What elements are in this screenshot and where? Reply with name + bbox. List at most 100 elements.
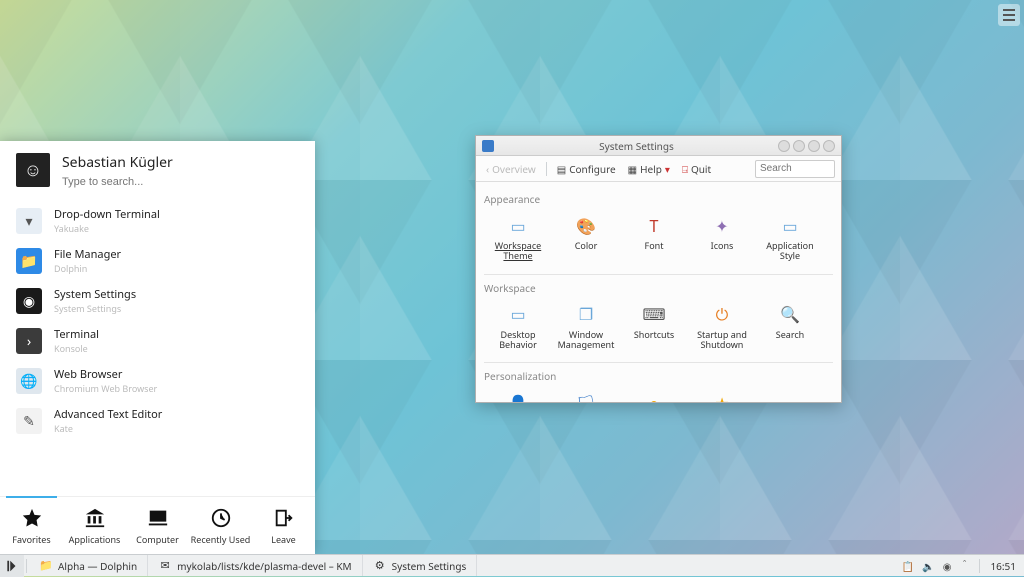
quit-icon: ⍈ — [682, 162, 688, 176]
color-icon: 🎨 — [572, 214, 600, 238]
favorite-title: File Manager — [54, 247, 121, 262]
favorite-title: System Settings — [54, 287, 136, 302]
regional-icon: 🏳 — [572, 391, 600, 402]
settings-item-label: Shortcuts — [622, 330, 686, 340]
favorite-item[interactable]: ◉ System Settings System Settings — [0, 281, 315, 321]
shortcuts-icon: ⌨ — [640, 303, 668, 327]
launcher-tab-leave[interactable]: Leave — [252, 497, 315, 554]
startup-icon: ⏻ — [708, 303, 736, 327]
volume-tray-icon[interactable]: 🔈 — [922, 559, 934, 573]
leave-icon — [273, 507, 295, 529]
settings-item-workspace-theme[interactable]: ▭ Workspace Theme — [484, 210, 552, 266]
settings-item-font[interactable]: T Font — [620, 210, 688, 266]
settings-item-applications[interactable]: ★Applications — [688, 387, 756, 402]
user-name-label: Sebastian Kügler — [62, 153, 299, 172]
settings-item-label: Color — [554, 241, 618, 251]
settings-item-label: Window Management — [554, 330, 618, 351]
favorite-title: Terminal — [54, 327, 99, 342]
taskbar-task[interactable]: 📁Alpha — Dolphin — [29, 555, 148, 576]
settings-item-label: Font — [622, 241, 686, 251]
settings-item-account-details[interactable]: 👤Account Details — [484, 387, 552, 402]
toolbar: ‹ Overview ▤ Configure ▦ Help ▾ ⍈ Quit — [476, 156, 841, 182]
window-icon — [482, 140, 494, 152]
configure-icon: ▤ — [557, 162, 566, 176]
window-minimize-button[interactable] — [793, 140, 805, 152]
launcher-tab-recently-used[interactable]: Recently Used — [189, 497, 252, 554]
settings-item-icons[interactable]: ✦ Icons — [688, 210, 756, 266]
settings-item-label: Startup and Shutdown — [690, 330, 754, 351]
favorite-subtitle: System Settings — [54, 302, 136, 315]
network-tray-icon[interactable]: ◉ — [943, 559, 952, 573]
task-label: System Settings — [392, 559, 467, 573]
favorite-item[interactable]: › Terminal Konsole — [0, 321, 315, 361]
icons-icon: ✦ — [708, 214, 736, 238]
clock-icon — [210, 507, 232, 529]
settings-item-startup-and-shutdown[interactable]: ⏻ Startup and Shutdown — [688, 299, 756, 355]
settings-search-input[interactable] — [755, 160, 835, 178]
settings-item-shortcuts[interactable]: ⌨ Shortcuts — [620, 299, 688, 355]
launcher-tab-label: Applications — [69, 533, 121, 546]
launcher-tab-computer[interactable]: Computer — [126, 497, 189, 554]
launcher-tab-favorites[interactable]: Favorites — [0, 497, 63, 554]
settings-item-color[interactable]: 🎨 Color — [552, 210, 620, 266]
avatar[interactable]: ☺ — [16, 153, 50, 187]
panel-menu-button[interactable] — [998, 4, 1020, 26]
account-icon: 👤 — [504, 391, 532, 402]
window-help-button[interactable] — [778, 140, 790, 152]
favorite-item[interactable]: 🌐 Web Browser Chromium Web Browser — [0, 361, 315, 401]
star-icon — [21, 507, 43, 529]
launcher-tab-applications[interactable]: Applications — [63, 497, 126, 554]
quit-button[interactable]: ⍈ Quit — [678, 160, 715, 178]
settings-item-label: Search — [758, 330, 822, 340]
favorite-item[interactable]: ✎ Advanced Text Editor Kate — [0, 401, 315, 441]
chevron-left-icon: ‹ — [486, 162, 489, 176]
window-maximize-button[interactable] — [808, 140, 820, 152]
favorite-item[interactable]: ▾ Drop-down Terminal Yakuake — [0, 201, 315, 241]
help-button[interactable]: ▦ Help ▾ — [624, 160, 674, 178]
settings-item-search[interactable]: 🔍 Search — [756, 299, 824, 355]
settings-item-window-management[interactable]: ❐ Window Management — [552, 299, 620, 355]
settings-item-label: Workspace Theme — [486, 241, 550, 262]
favorite-subtitle: Yakuake — [54, 222, 160, 235]
favorite-item[interactable]: 📁 File Manager Dolphin — [0, 241, 315, 281]
settings-item-desktop-behavior[interactable]: ▭Desktop Behavior — [484, 299, 552, 355]
workspace-theme-icon: ▭ — [504, 214, 532, 238]
window-mgmt-icon: ❐ — [572, 303, 600, 327]
favorite-title: Drop-down Terminal — [54, 207, 160, 222]
tray-expand-icon[interactable]: ＾ — [959, 558, 969, 573]
window-close-button[interactable] — [823, 140, 835, 152]
font-icon: T — [640, 214, 668, 238]
titlebar[interactable]: System Settings — [476, 136, 841, 156]
editor-icon: ✎ — [16, 408, 42, 434]
kde-logo-icon — [5, 559, 19, 573]
settings-item-label: Desktop Behavior — [486, 330, 550, 351]
folder-icon: 📁 — [39, 559, 53, 573]
settings-item-notification[interactable]: ●Notification — [620, 387, 688, 402]
settings-content: Appearance▭Workspace Theme🎨ColorTFont✦Ic… — [476, 182, 841, 402]
terminal-dropdown-icon: ▾ — [16, 208, 42, 234]
settings-item-label: Icons — [690, 241, 754, 251]
section-header: Workspace — [484, 281, 833, 295]
taskbar-task[interactable]: ✉mykolab/lists/kde/plasma-devel – KM — [148, 555, 362, 576]
settings-item-label: Application Style — [758, 241, 822, 262]
taskbar-task[interactable]: ⚙System Settings — [363, 555, 478, 576]
taskbar: 📁Alpha — Dolphin✉mykolab/lists/kde/plasm… — [0, 554, 1024, 576]
configure-button[interactable]: ▤ Configure — [553, 160, 620, 178]
settings-item-application-style[interactable]: ▭ Application Style — [756, 210, 824, 266]
help-icon: ▦ — [628, 162, 637, 176]
toggle-icon: ◉ — [16, 288, 42, 314]
window-title: System Settings — [498, 139, 775, 153]
launcher-tabs: Favorites Applications ComputerRecently Us… — [0, 496, 315, 554]
clipboard-tray-icon[interactable]: 📋 — [902, 559, 914, 573]
clock[interactable]: 16:51 — [982, 559, 1024, 573]
system-tray: 📋 🔈 ◉ ＾ — [894, 558, 978, 573]
favorite-title: Advanced Text Editor — [54, 407, 162, 422]
search-input[interactable] — [62, 176, 299, 188]
overview-button[interactable]: ‹ Overview — [482, 160, 540, 178]
launcher-tab-label: Recently Used — [191, 533, 251, 546]
settings-item-regional-settings[interactable]: 🏳Regional Settings — [552, 387, 620, 402]
search-icon: 🔍 — [776, 303, 804, 327]
section-header: Personalization — [484, 369, 833, 383]
app-style-icon: ▭ — [776, 214, 804, 238]
kickoff-button[interactable] — [0, 555, 24, 577]
